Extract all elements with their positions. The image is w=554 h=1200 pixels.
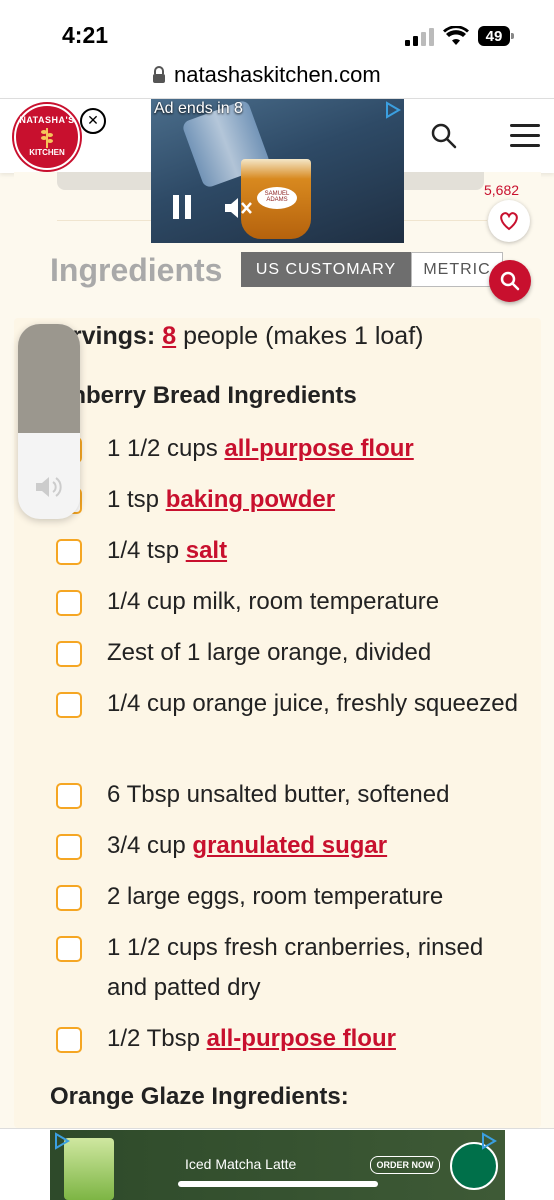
banner-ad-text: Iced Matcha Latte xyxy=(185,1156,297,1172)
adchoices-icon[interactable] xyxy=(385,101,401,119)
ingredient-text: Zest of 1 large orange, divided xyxy=(107,633,527,673)
ingredient-text: 3/4 cup granulated sugar xyxy=(107,826,527,866)
search-fab-button[interactable] xyxy=(489,260,531,302)
phone-screen: 4:21 49 natashaskitchen.com NATASHA'S KI… xyxy=(0,0,554,1200)
favorites-count: 5,682 xyxy=(484,182,520,198)
ad-brand-label: SAMUEL ADAMS xyxy=(257,187,297,209)
tab-us-customary[interactable]: US CUSTOMARY xyxy=(241,252,411,287)
servings-unit: people (makes 1 loaf) xyxy=(183,322,424,350)
ad-countdown: Ad ends in 8 xyxy=(154,100,243,117)
search-icon xyxy=(500,271,520,291)
volume-level xyxy=(18,324,80,433)
ingredient-checkbox[interactable] xyxy=(56,834,82,860)
ingredient-amount: Zest of 1 large orange, divided xyxy=(107,639,432,666)
ingredient-text: 1/2 Tbsp all-purpose flour xyxy=(107,1019,527,1059)
wheat-icon xyxy=(41,128,53,148)
video-ad[interactable]: SAMUEL ADAMS Ad ends in 8 xyxy=(151,99,404,243)
ingredient-text: 1 tsp baking powder xyxy=(107,480,527,520)
url-text[interactable]: natashaskitchen.com xyxy=(174,62,381,88)
wifi-icon xyxy=(443,26,469,45)
hamburger-menu-icon[interactable] xyxy=(510,124,540,148)
mute-icon[interactable] xyxy=(223,195,253,221)
volume-hud[interactable] xyxy=(18,324,80,519)
ingredient-checkbox[interactable] xyxy=(56,936,82,962)
cell-signal-icon xyxy=(405,28,434,46)
ingredient-checkbox[interactable] xyxy=(56,783,82,809)
servings-value[interactable]: 8 xyxy=(162,322,176,350)
ingredient-text: 1 1/2 cups all-purpose flour xyxy=(107,429,527,469)
ingredient-amount: 6 Tbsp unsalted butter, softened xyxy=(107,781,450,808)
ingredient-link[interactable]: all-purpose flour xyxy=(224,435,413,462)
ad-close-icon[interactable]: ✕ xyxy=(80,108,106,134)
ingredient-checkbox[interactable] xyxy=(56,590,82,616)
ingredient-text: 1/4 cup milk, room temperature xyxy=(107,582,527,622)
favorite-button[interactable] xyxy=(488,200,530,242)
ingredient-text: 6 Tbsp unsalted butter, softened xyxy=(107,775,527,815)
search-icon[interactable] xyxy=(430,122,458,150)
logo-text-top: NATASHA'S xyxy=(19,115,75,125)
ingredient-amount: 1/2 Tbsp xyxy=(107,1025,207,1052)
adchoices-icon[interactable] xyxy=(480,1132,498,1150)
pause-icon[interactable] xyxy=(173,195,193,219)
ingredient-link[interactable]: all-purpose flour xyxy=(207,1025,396,1052)
ingredient-amount: 2 large eggs, room temperature xyxy=(107,883,444,910)
logo-text-bottom: KITCHEN xyxy=(29,148,65,157)
ingredient-checkbox[interactable] xyxy=(56,539,82,565)
ingredient-checkbox[interactable] xyxy=(56,1027,82,1053)
ingredient-amount: 3/4 cup xyxy=(107,832,193,859)
battery-icon: 49 xyxy=(478,26,514,46)
lock-icon xyxy=(153,66,165,83)
ingredients-heading: Ingredients xyxy=(50,252,223,288)
home-indicator[interactable] xyxy=(178,1181,378,1187)
ingredient-amount: 1 1/2 cups xyxy=(107,435,225,462)
bottom-banner-ad[interactable]: Iced Matcha Latte ORDER NOW xyxy=(50,1130,505,1200)
ingredient-group-title: anberry Bread Ingredients xyxy=(58,382,357,409)
servings-line: ervings: 8 people (makes 1 loaf) xyxy=(58,322,423,351)
ingredient-group-title: Orange Glaze Ingredients: xyxy=(50,1083,349,1110)
ingredient-text: 1/4 tsp salt xyxy=(107,531,527,571)
ingredient-amount: 1/4 cup milk, room temperature xyxy=(107,588,440,615)
ingredient-amount: 1/4 cup orange juice, freshly squeezed xyxy=(107,690,518,717)
ingredient-checkbox[interactable] xyxy=(56,692,82,718)
adchoices-icon[interactable] xyxy=(54,1132,70,1150)
heart-icon xyxy=(500,212,518,231)
ingredient-link[interactable]: baking powder xyxy=(166,486,335,513)
ingredient-amount: 1/4 tsp xyxy=(107,537,186,564)
battery-level: 49 xyxy=(485,28,503,45)
ingredient-checkbox[interactable] xyxy=(56,641,82,667)
ingredient-text: 2 large eggs, room temperature xyxy=(107,877,527,917)
ingredient-text: 1/4 cup orange juice, freshly squeezed xyxy=(107,684,527,724)
ingredient-amount: 1 1/2 cups fresh cranberries, rinsed and… xyxy=(107,934,484,1001)
ingredient-amount: 1 tsp xyxy=(107,486,166,513)
ingredient-link[interactable]: granulated sugar xyxy=(192,832,387,859)
order-now-button[interactable]: ORDER NOW xyxy=(370,1156,440,1174)
ingredient-checkbox[interactable] xyxy=(56,885,82,911)
ingredient-text: 1 1/2 cups fresh cranberries, rinsed and… xyxy=(107,928,527,1008)
site-logo[interactable]: NATASHA'S KITCHEN xyxy=(14,104,80,170)
matcha-drink-image xyxy=(64,1138,114,1200)
speaker-icon xyxy=(36,477,62,497)
ingredient-link[interactable]: salt xyxy=(186,537,227,564)
status-time: 4:21 xyxy=(62,22,109,48)
